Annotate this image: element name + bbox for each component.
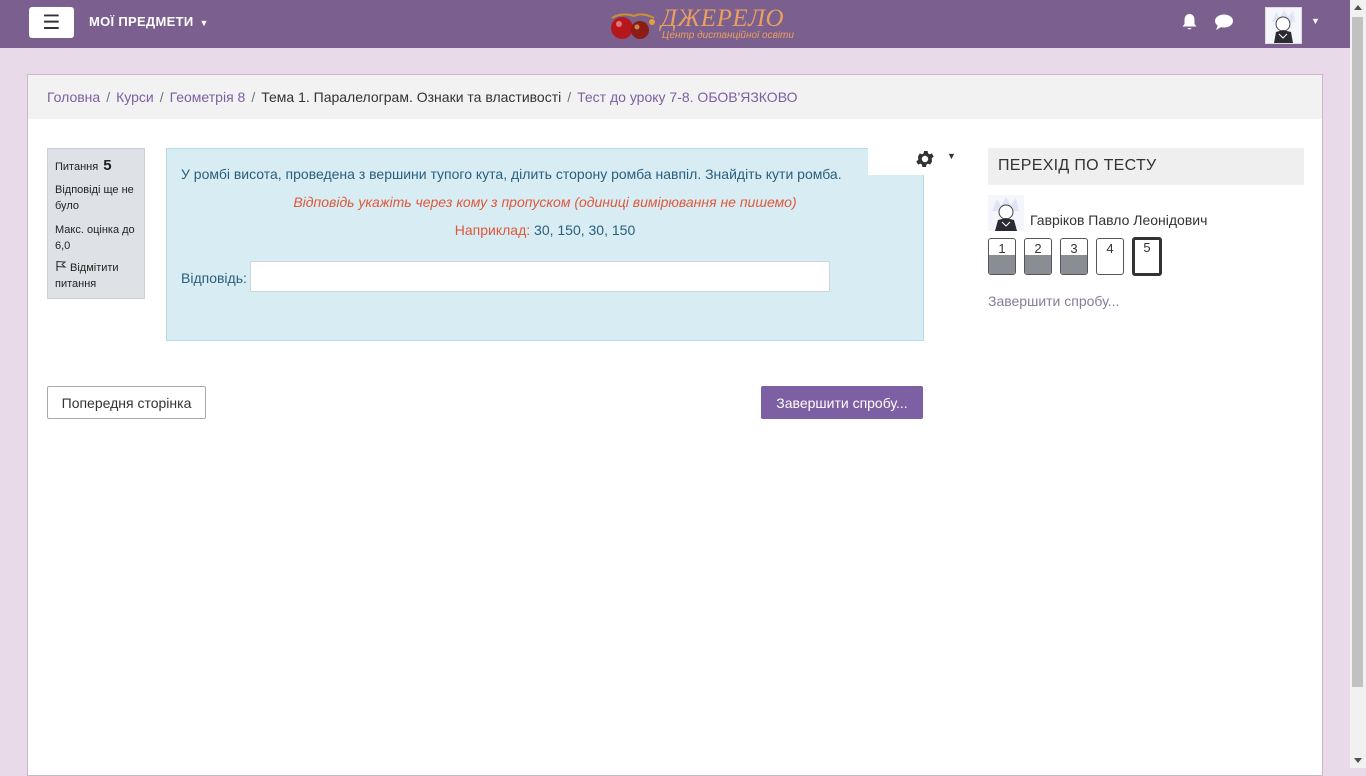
question-text: У ромбі висота, проведена з вершини тупо… bbox=[181, 166, 842, 182]
scroll-down-arrow-icon[interactable] bbox=[1354, 758, 1362, 763]
main-content: Головна / Курси / Геометрія 8 / Тема 1. Парале… bbox=[27, 74, 1323, 776]
quiz-nav-question-label: 2 bbox=[1034, 241, 1042, 256]
quiz-nav-question-1[interactable]: 1 bbox=[988, 238, 1016, 275]
chat-bubble-icon[interactable] bbox=[1214, 13, 1234, 31]
answer-input[interactable] bbox=[250, 261, 830, 292]
answered-indicator bbox=[1061, 255, 1087, 274]
question-max-grade: Макс. оцінка до 6,0 bbox=[55, 224, 135, 252]
breadcrumb-bar: Головна / Курси / Геометрія 8 / Тема 1. Парале… bbox=[28, 75, 1322, 119]
quiz-nav-question-label: 3 bbox=[1070, 241, 1078, 256]
question-number-value: 5 bbox=[103, 157, 112, 174]
question-info-panel: Питання 5 Відповіді ще не було Макс. оці… bbox=[47, 148, 145, 299]
site-logo[interactable]: ДЖЕРЕЛО Центр дистанційної освіти bbox=[606, 4, 796, 44]
answered-indicator bbox=[989, 255, 1015, 274]
question-example: Наприклад: 30, 150, 30, 150 bbox=[167, 222, 923, 238]
question-hint: Відповідь укажіть через кому з пропуском… bbox=[293, 194, 797, 210]
quiz-nav-question-2[interactable]: 2 bbox=[1024, 238, 1052, 275]
breadcrumb-course[interactable]: Геометрія 8 bbox=[170, 89, 246, 105]
brand-name: ДЖЕРЕЛО bbox=[661, 5, 785, 32]
user-menu-caret-icon[interactable]: ▼ bbox=[1311, 16, 1320, 26]
breadcrumb-home[interactable]: Головна bbox=[47, 89, 100, 105]
avatar-image bbox=[1266, 8, 1301, 43]
answer-label: Відповідь: bbox=[181, 270, 247, 286]
gear-icon[interactable] bbox=[914, 148, 936, 170]
finish-attempt-link[interactable]: Завершити спробу... bbox=[988, 293, 1119, 309]
question-actions-menu[interactable]: ▼ bbox=[868, 143, 960, 175]
page-scrollbar[interactable] bbox=[1350, 0, 1366, 768]
breadcrumb-separator: / bbox=[567, 89, 572, 105]
breadcrumb-separator: / bbox=[251, 89, 256, 105]
quiz-nav-question-label: 1 bbox=[998, 241, 1006, 256]
example-label: Наприклад: bbox=[454, 222, 531, 238]
flag-icon bbox=[56, 261, 67, 271]
user-full-name: Гавріков Павло Леонідович bbox=[1030, 212, 1208, 228]
hamburger-icon: ☰ bbox=[42, 12, 61, 34]
example-value: 30, 150, 30, 150 bbox=[530, 222, 636, 238]
answered-indicator bbox=[1025, 255, 1051, 274]
bell-icon[interactable] bbox=[1181, 13, 1198, 31]
quiz-nav-question-label: 4 bbox=[1106, 241, 1114, 256]
flag-question-link[interactable]: Відмітити питання bbox=[55, 260, 141, 292]
chevron-down-icon: ▼ bbox=[947, 151, 956, 161]
breadcrumb-separator: / bbox=[106, 89, 111, 105]
finish-attempt-button[interactable]: Завершити спробу... bbox=[761, 386, 923, 419]
breadcrumb-topic: Тема 1. Паралелограм. Ознаки та властиво… bbox=[261, 89, 562, 105]
quiz-navigation-title: ПЕРЕХІД ПО ТЕСТУ bbox=[998, 157, 1157, 174]
quiz-nav-question-3[interactable]: 3 bbox=[1060, 238, 1088, 275]
previous-page-button[interactable]: Попередня сторінка bbox=[47, 386, 206, 419]
breadcrumb-separator: / bbox=[159, 89, 164, 105]
top-navbar: ☰ МОЇ ПРЕДМЕТИ ▼ ДЖЕРЕЛО Центр дистанційн… bbox=[0, 0, 1350, 48]
quiz-navigation-header: ПЕРЕХІД ПО ТЕСТУ bbox=[988, 148, 1304, 185]
brand-tagline: Центр дистанційної освіти bbox=[662, 30, 794, 41]
scroll-up-arrow-icon[interactable] bbox=[1354, 5, 1362, 10]
question-number: Питання 5 bbox=[55, 157, 112, 174]
hamburger-menu-button[interactable]: ☰ bbox=[29, 7, 74, 38]
breadcrumb: Головна / Курси / Геометрія 8 / Тема 1. Парале… bbox=[47, 89, 797, 105]
breadcrumb-quiz[interactable]: Тест до уроку 7-8. ОБОВ'ЯЗКОВО bbox=[577, 89, 797, 105]
breadcrumb-courses[interactable]: Курси bbox=[116, 89, 154, 105]
quiz-nav-question-label: 5 bbox=[1143, 240, 1151, 255]
user-picture[interactable] bbox=[988, 195, 1024, 231]
my-courses-label: МОЇ ПРЕДМЕТИ bbox=[89, 14, 194, 29]
question-number-label: Питання bbox=[55, 161, 99, 173]
question-state: Відповіді ще не було bbox=[55, 184, 134, 212]
my-courses-menu[interactable]: МОЇ ПРЕДМЕТИ ▼ bbox=[89, 14, 209, 29]
user-avatar[interactable] bbox=[1265, 7, 1302, 44]
scrollbar-thumb[interactable] bbox=[1352, 17, 1363, 687]
quiz-nav-question-5-current[interactable]: 5 bbox=[1132, 237, 1162, 276]
christmas-ornament-icon bbox=[611, 13, 655, 39]
question-content: У ромбі висота, проведена з вершини тупо… bbox=[166, 148, 924, 341]
user-picture-image bbox=[988, 195, 1024, 231]
quiz-nav-question-4[interactable]: 4 bbox=[1096, 238, 1124, 275]
chevron-down-icon: ▼ bbox=[199, 18, 209, 28]
